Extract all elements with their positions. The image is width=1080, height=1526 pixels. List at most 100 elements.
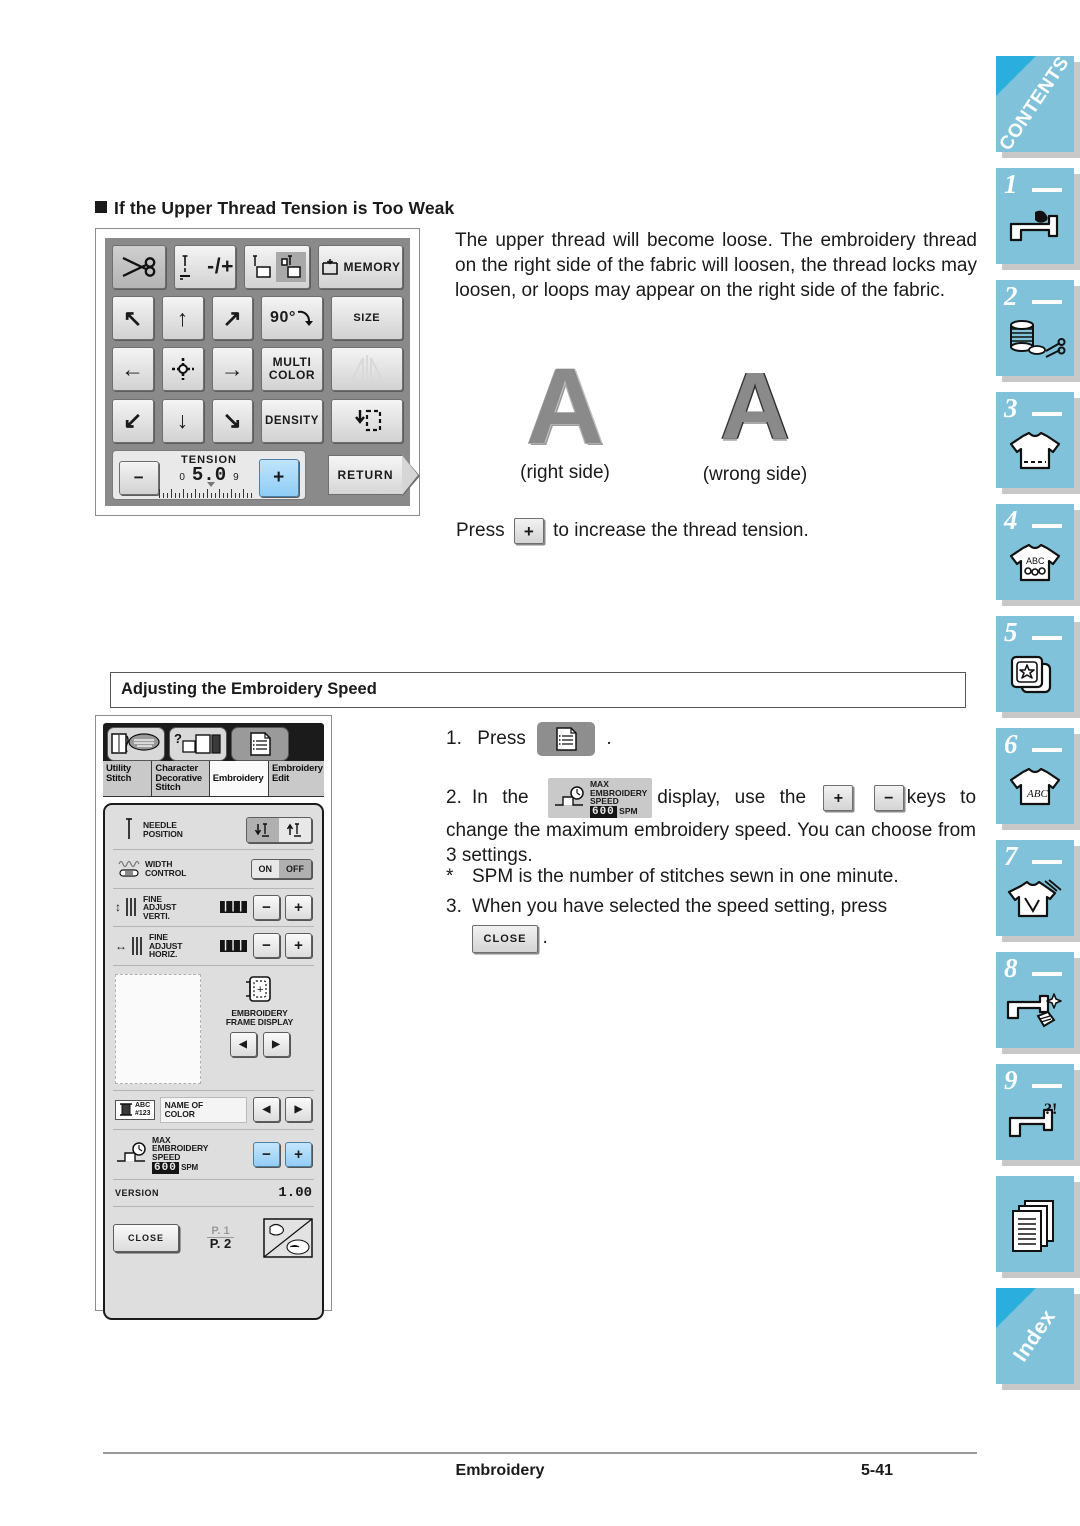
sewing-machine-icon bbox=[996, 194, 1074, 262]
step-note: * SPM is the number of stitches sewn in o… bbox=[446, 866, 899, 887]
thread-cutter-key[interactable] bbox=[112, 245, 167, 289]
tab-appendix[interactable] bbox=[996, 1176, 1074, 1272]
name-of-color-next[interactable]: ▶ bbox=[285, 1097, 312, 1122]
width-control-toggle[interactable]: ON OFF bbox=[250, 858, 312, 879]
tension-minus-key[interactable]: − bbox=[119, 461, 159, 496]
sample-right-side: A (right side) bbox=[490, 352, 640, 484]
tab-dash bbox=[1032, 972, 1062, 976]
tab-chapter-7[interactable]: 7 bbox=[996, 840, 1074, 936]
rotate-key[interactable]: 90° bbox=[261, 296, 323, 341]
page-turn-hand-icon bbox=[263, 1217, 313, 1258]
setting-row-version: VERSION 1.00 bbox=[113, 1180, 314, 1207]
inline-minus-key[interactable]: − bbox=[873, 785, 904, 811]
key-row-3: ← → MULTI COLOR bbox=[112, 347, 403, 392]
tab-chapter-4[interactable]: 4 ABC bbox=[996, 504, 1074, 600]
tshirt-abc-icon: ABC bbox=[996, 530, 1074, 598]
tab-dash bbox=[1032, 748, 1062, 752]
needle-down-option[interactable] bbox=[247, 817, 279, 842]
multi-color-key[interactable]: MULTI COLOR bbox=[261, 347, 323, 392]
tab-icon-embroidery[interactable] bbox=[231, 727, 289, 761]
tab-label-embroidery[interactable]: Embroidery bbox=[209, 761, 269, 796]
arrow-up-right-icon: ↗ bbox=[222, 304, 243, 331]
trial-key[interactable] bbox=[330, 398, 403, 443]
fine-adjust-vertical-minus[interactable]: − bbox=[253, 894, 280, 920]
settings-close-button[interactable]: CLOSE bbox=[113, 1223, 179, 1252]
max-speed-plus[interactable]: + bbox=[285, 1141, 312, 1167]
tab-chapter-3[interactable]: 3 bbox=[996, 392, 1074, 488]
move-up-key[interactable]: ↑ bbox=[161, 296, 204, 341]
tab-chapter-9[interactable]: 9 ?! bbox=[996, 1064, 1074, 1160]
inline-plus-key[interactable]: + bbox=[823, 785, 854, 811]
tab-index[interactable]: Index bbox=[996, 1288, 1074, 1384]
fine-adjust-horizontal-value: ||| bbox=[220, 939, 247, 952]
key-row-1: -/+ MEMORY bbox=[112, 245, 403, 290]
question-machine-icon: ? bbox=[174, 731, 221, 754]
memory-icon bbox=[322, 259, 339, 275]
inline-settings-key[interactable] bbox=[537, 722, 596, 756]
tab-chapter-1[interactable]: 1 bbox=[996, 168, 1074, 264]
tab-label-embroidery-edit[interactable]: Embroidery Edit bbox=[269, 761, 324, 796]
mirror-image-key[interactable] bbox=[330, 347, 403, 392]
max-speed-minus[interactable]: − bbox=[253, 1141, 280, 1167]
next-page-button[interactable] bbox=[262, 1217, 314, 1259]
embroidery-frame-icon: + bbox=[245, 975, 271, 1002]
lcd-bezel: -/+ MEMORY ↖ ↑ ↗ 90° SIZE ← → MULTI COLO… bbox=[105, 238, 420, 506]
name-of-color-icon: ABC #123 bbox=[115, 1099, 155, 1120]
inline-plus-key[interactable]: + bbox=[513, 518, 544, 544]
embroidery-frame-star-icon bbox=[996, 642, 1074, 710]
tab-chapter-5[interactable]: 5 bbox=[996, 616, 1074, 712]
bullet-square-icon bbox=[95, 201, 107, 213]
key-row-2: ↖ ↑ ↗ 90° SIZE bbox=[112, 296, 403, 341]
memory-key[interactable]: MEMORY bbox=[318, 245, 403, 289]
inline-close-button[interactable]: CLOSE bbox=[472, 925, 538, 953]
needle-up-option[interactable] bbox=[279, 818, 311, 842]
tension-scale bbox=[159, 482, 259, 499]
name-of-color-prev[interactable]: ◀ bbox=[253, 1097, 280, 1122]
stitch-pattern-icon bbox=[126, 898, 136, 917]
sample-wrong-side: A (wrong side) bbox=[680, 352, 830, 486]
fine-adjust-horizontal-minus[interactable]: − bbox=[253, 933, 280, 959]
move-down-left-key[interactable]: ↙ bbox=[112, 398, 154, 443]
move-up-right-key[interactable]: ↗ bbox=[211, 296, 254, 341]
spool-icon bbox=[120, 1102, 132, 1116]
size-key[interactable]: SIZE bbox=[330, 296, 403, 341]
tension-readout: 0 5.0 9 bbox=[159, 464, 259, 499]
settings-list-icon bbox=[556, 727, 577, 751]
tab-chapter-2[interactable]: 2 bbox=[996, 280, 1074, 376]
fine-adjust-horizontal-plus[interactable]: + bbox=[285, 933, 312, 959]
width-control-on-option[interactable]: ON bbox=[252, 860, 280, 878]
move-down-key[interactable]: ↓ bbox=[161, 398, 204, 443]
tab-label-character-decorative-stitch[interactable]: Character Decorative Stitch bbox=[152, 761, 210, 796]
setting-row-name-of-color: ABC #123 NAME OF COLOR ◀ ▶ bbox=[113, 1091, 314, 1130]
density-key[interactable]: DENSITY bbox=[261, 398, 323, 443]
chapter-tab-rail: CONTENTS 1 2 3 4 ABC 5 6 ABC 7 8 9 ?! In… bbox=[996, 53, 1080, 1526]
move-left-key[interactable]: ← bbox=[112, 347, 154, 392]
return-key[interactable]: RETURN bbox=[328, 455, 420, 498]
width-control-off-option[interactable]: OFF bbox=[279, 859, 311, 878]
move-right-key[interactable]: → bbox=[211, 347, 254, 392]
needle-position-toggle[interactable] bbox=[246, 816, 312, 843]
name-of-color-field: NAME OF COLOR bbox=[159, 1096, 247, 1123]
tab-chapter-6[interactable]: 6 ABC bbox=[996, 728, 1074, 824]
tension-plus-key[interactable]: + bbox=[259, 459, 299, 498]
tab-icon-character-decorative-stitch[interactable]: ? bbox=[169, 727, 227, 761]
needle-position-key[interactable]: -/+ bbox=[174, 245, 237, 289]
frame-display-prev[interactable]: ◀ bbox=[229, 1031, 257, 1057]
arrow-down-icon: ↓ bbox=[176, 407, 189, 434]
tab-label-utility-stitch[interactable]: Utility Stitch bbox=[103, 761, 153, 796]
frame-display-next[interactable]: ▶ bbox=[262, 1031, 290, 1057]
appendix-pages-icon bbox=[996, 1182, 1074, 1270]
arrow-down-left-icon: ↙ bbox=[122, 407, 143, 434]
step-1: 1. Press . bbox=[446, 722, 976, 756]
move-down-right-key[interactable]: ↘ bbox=[211, 398, 254, 443]
tshirt-stitch-icon bbox=[996, 418, 1074, 486]
tab-icon-utility-stitch[interactable] bbox=[107, 727, 165, 761]
needle-down-icon bbox=[254, 822, 269, 837]
move-center-key[interactable] bbox=[161, 347, 204, 392]
move-up-left-key[interactable]: ↖ bbox=[112, 296, 154, 341]
fine-adjust-vertical-plus[interactable]: + bbox=[285, 894, 312, 920]
stitch-type-key[interactable] bbox=[244, 245, 311, 289]
tab-chapter-8[interactable]: 8 bbox=[996, 952, 1074, 1048]
arrow-right-icon: → bbox=[220, 355, 245, 382]
tab-contents[interactable]: CONTENTS bbox=[996, 53, 1074, 155]
